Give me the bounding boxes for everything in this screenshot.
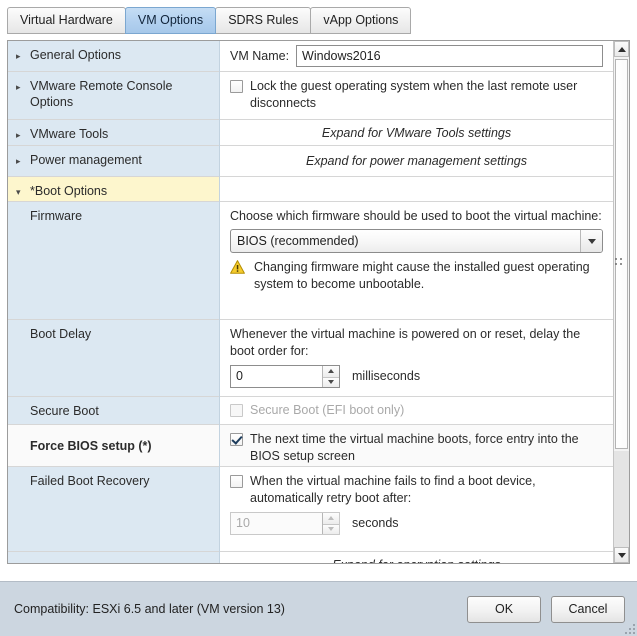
sidebar-item-power-management[interactable]: ▸ Power management [8, 146, 219, 177]
tab-bar: Virtual Hardware VM Options SDRS Rules v… [0, 0, 637, 40]
firmware-select-value: BIOS (recommended) [237, 234, 359, 248]
scrollbar-track[interactable] [614, 451, 629, 547]
sidebar-label-firmware: Firmware [30, 209, 83, 223]
panel-resize-handle[interactable] [615, 258, 622, 269]
vertical-scrollbar[interactable] [613, 41, 629, 563]
failed-boot-recovery-control: 10 seconds [230, 512, 603, 535]
failed-boot-recovery-label: When the virtual machine fails to find a… [250, 474, 536, 505]
spinner-up-icon [323, 513, 339, 524]
row-general-options: VM Name: [220, 41, 613, 72]
sidebar-item-firmware[interactable]: Firmware [8, 202, 219, 320]
scroll-down-icon[interactable] [614, 547, 629, 563]
settings-panel: ▸ General Options ▸ VMware Remote Consol… [7, 40, 630, 564]
sidebar-item-remote-console[interactable]: ▸ VMware Remote Console Options [8, 72, 219, 120]
chevron-down-icon: ▾ [16, 187, 21, 197]
failed-boot-recovery-unit: seconds [352, 516, 399, 530]
sidebar-item-secure-boot[interactable]: Secure Boot [8, 397, 219, 425]
chevron-down-icon[interactable] [580, 230, 602, 252]
vm-name-input[interactable] [296, 45, 603, 67]
vm-name-label: VM Name: [230, 49, 290, 63]
row-firmware: Choose which firmware should be used to … [220, 202, 613, 320]
ok-button[interactable]: OK [467, 595, 541, 623]
tab-virtual-hardware[interactable]: Virtual Hardware [7, 7, 126, 34]
sidebar-item-boot-delay[interactable]: Boot Delay [8, 320, 219, 397]
force-bios-setup-label: The next time the virtual machine boots,… [250, 432, 579, 463]
sidebar-item-failed-boot-recovery[interactable]: Failed Boot Recovery [8, 467, 219, 552]
settings-category-column: ▸ General Options ▸ VMware Remote Consol… [8, 41, 220, 563]
row-secure-boot: Secure Boot (EFI boot only) [220, 397, 613, 425]
sidebar-label-remote-console: VMware Remote Console Options [30, 79, 173, 109]
failed-boot-recovery-value: 10 [236, 516, 250, 530]
scrollbar-thumb[interactable] [615, 59, 628, 449]
row-encryption-clipped: Expand for encryption settings [220, 552, 613, 563]
spinner-down-icon[interactable] [323, 376, 339, 387]
lock-guest-os-label: Lock the guest operating system when the… [250, 79, 578, 110]
secure-boot-label: Secure Boot (EFI boot only) [250, 403, 405, 417]
sidebar-item-boot-options[interactable]: ▾ *Boot Options [8, 177, 219, 202]
lock-guest-os-checkbox[interactable] [230, 80, 243, 93]
boot-delay-description: Whenever the virtual machine is powered … [230, 327, 581, 358]
sidebar-label-force-bios-setup: Force BIOS setup (*) [30, 438, 152, 453]
warning-triangle-icon [230, 260, 245, 277]
sidebar-label-vmware-tools: VMware Tools [30, 127, 109, 141]
row-boot-options [220, 177, 613, 202]
firmware-description: Choose which firmware should be used to … [230, 209, 602, 223]
tab-vm-options[interactable]: VM Options [124, 7, 217, 34]
row-power-management: Expand for power management settings [220, 146, 613, 177]
chevron-right-icon: ▸ [16, 130, 21, 140]
settings-grid: ▸ General Options ▸ VMware Remote Consol… [8, 41, 613, 563]
sidebar-item-vmware-tools[interactable]: ▸ VMware Tools [8, 120, 219, 146]
scroll-up-icon[interactable] [614, 41, 629, 57]
row-force-bios-setup: The next time the virtual machine boots,… [220, 425, 613, 467]
boot-delay-spin-buttons[interactable] [322, 366, 339, 387]
row-vmware-tools: Expand for VMware Tools settings [220, 120, 613, 146]
chevron-right-icon: ▸ [16, 156, 21, 166]
sidebar-label-boot-options: *Boot Options [30, 184, 108, 198]
encryption-expand-text: Expand for encryption settings [332, 558, 500, 563]
cancel-button[interactable]: Cancel [551, 595, 625, 623]
settings-detail-column: VM Name: Lock the guest operating system… [220, 41, 613, 563]
tab-sdrs-rules[interactable]: SDRS Rules [215, 7, 312, 34]
spinner-up-icon[interactable] [323, 366, 339, 377]
footer-buttons: OK Cancel [467, 595, 625, 623]
row-failed-boot-recovery: When the virtual machine fails to find a… [220, 467, 613, 552]
boot-delay-unit: milliseconds [352, 369, 421, 383]
row-remote-console: Lock the guest operating system when the… [220, 72, 613, 120]
sidebar-label-failed-boot-recovery: Failed Boot Recovery [30, 474, 150, 488]
boot-delay-control: 0 milliseconds [230, 365, 603, 388]
sidebar-label-secure-boot: Secure Boot [30, 404, 99, 418]
row-boot-delay: Whenever the virtual machine is powered … [220, 320, 613, 397]
secure-boot-checkbox [230, 404, 243, 417]
boot-delay-value[interactable]: 0 [231, 366, 322, 387]
resize-grip-icon[interactable] [624, 623, 635, 634]
tab-vapp-options[interactable]: vApp Options [310, 7, 412, 34]
sidebar-label-general-options: General Options [30, 48, 122, 62]
compatibility-label: Compatibility: ESXi 6.5 and later (VM ve… [14, 602, 285, 616]
failed-boot-recovery-checkbox[interactable] [230, 475, 243, 488]
force-bios-setup-checkbox[interactable] [230, 433, 243, 446]
power-management-expand-text: Expand for power management settings [306, 154, 527, 168]
vmware-tools-expand-text: Expand for VMware Tools settings [321, 125, 512, 140]
sidebar-label-boot-delay: Boot Delay [30, 327, 92, 341]
spinner-down-icon [323, 523, 339, 534]
failed-boot-recovery-stepper: 10 [230, 512, 340, 535]
vm-options-dialog: Virtual Hardware VM Options SDRS Rules v… [0, 0, 637, 636]
boot-delay-stepper[interactable]: 0 [230, 365, 340, 388]
chevron-right-icon: ▸ [16, 82, 21, 92]
failed-boot-recovery-checkrow: When the virtual machine fails to find a… [230, 473, 603, 507]
firmware-warning: Changing firmware might cause the instal… [230, 259, 603, 293]
sidebar-item-force-bios-setup[interactable]: Force BIOS setup (*) [8, 425, 219, 467]
sidebar-label-power-management: Power management [30, 153, 142, 167]
dialog-footer: Compatibility: ESXi 6.5 and later (VM ve… [0, 581, 637, 636]
sidebar-item-encryption-clipped[interactable] [8, 552, 219, 563]
failed-boot-recovery-spin-buttons [322, 513, 339, 534]
firmware-warning-text: Changing firmware might cause the instal… [254, 260, 590, 291]
firmware-select[interactable]: BIOS (recommended) [230, 229, 603, 253]
sidebar-item-general-options[interactable]: ▸ General Options [8, 41, 219, 72]
chevron-right-icon: ▸ [16, 51, 21, 61]
